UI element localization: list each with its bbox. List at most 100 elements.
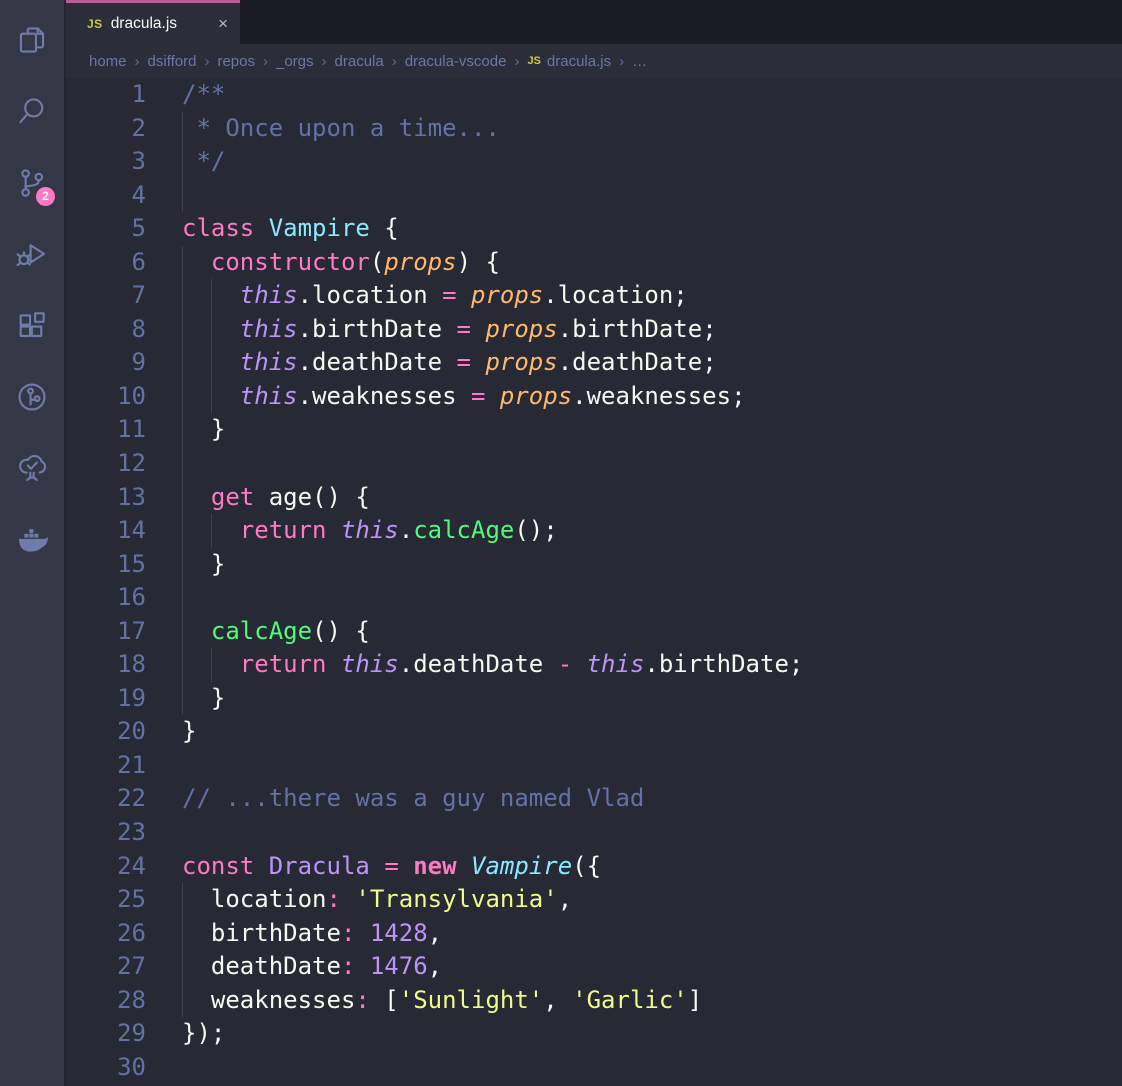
code-token: .birthDate; bbox=[644, 650, 803, 678]
breadcrumb-item[interactable]: dracula-vscode bbox=[405, 53, 507, 70]
activity-item-extensions[interactable] bbox=[0, 290, 64, 362]
code-line[interactable]: 10 this.weaknesses = props.weaknesses; bbox=[66, 380, 1122, 414]
line-number[interactable]: 17 bbox=[66, 615, 146, 649]
line-number[interactable]: 6 bbox=[66, 246, 146, 280]
code-token: props bbox=[500, 382, 572, 410]
breadcrumb-item[interactable]: dsifford bbox=[148, 53, 197, 70]
tab-dracula-js[interactable]: JS dracula.js × bbox=[66, 0, 240, 44]
line-number[interactable]: 12 bbox=[66, 447, 146, 481]
line-number[interactable]: 2 bbox=[66, 112, 146, 146]
code-line[interactable]: 21 bbox=[66, 749, 1122, 783]
code-line[interactable]: 27 deathDate: 1476, bbox=[66, 950, 1122, 984]
line-number[interactable]: 4 bbox=[66, 179, 146, 213]
code-line[interactable]: 24const Dracula = new Vampire({ bbox=[66, 850, 1122, 884]
line-number[interactable]: 26 bbox=[66, 917, 146, 951]
code-line[interactable]: 20} bbox=[66, 715, 1122, 749]
code-token: = bbox=[384, 852, 398, 880]
code-line[interactable]: 4 bbox=[66, 179, 1122, 213]
line-number[interactable]: 30 bbox=[66, 1051, 146, 1085]
code-line[interactable]: 5class Vampire { bbox=[66, 212, 1122, 246]
line-number[interactable]: 5 bbox=[66, 212, 146, 246]
line-number[interactable]: 9 bbox=[66, 346, 146, 380]
line-number[interactable]: 11 bbox=[66, 413, 146, 447]
line-number[interactable]: 28 bbox=[66, 984, 146, 1018]
code-line[interactable]: 2 * Once upon a time... bbox=[66, 112, 1122, 146]
code-line-content: location: 'Transylvania', bbox=[182, 883, 572, 917]
gitlens-icon bbox=[15, 380, 49, 414]
code-token: .deathDate bbox=[298, 348, 457, 376]
code-token bbox=[370, 852, 384, 880]
activity-item-search[interactable] bbox=[0, 76, 64, 148]
code-line[interactable]: 30 bbox=[66, 1051, 1122, 1085]
line-number[interactable]: 25 bbox=[66, 883, 146, 917]
code-line[interactable]: 16 bbox=[66, 581, 1122, 615]
code-line[interactable]: 11 } bbox=[66, 413, 1122, 447]
code-line[interactable]: 1/** bbox=[66, 78, 1122, 112]
breadcrumb-item[interactable]: JSdracula.js bbox=[527, 53, 611, 70]
code-line[interactable]: 22 // ...there was a guy named Vlad bbox=[66, 782, 1122, 816]
code-line[interactable]: 19 } bbox=[66, 682, 1122, 716]
code-token bbox=[182, 248, 211, 276]
code-token: // ...there was a guy named Vlad bbox=[182, 784, 644, 812]
code-line[interactable]: 7 this.location = props.location; bbox=[66, 279, 1122, 313]
breadcrumb-item[interactable]: home bbox=[89, 53, 127, 70]
code-line[interactable]: 9 this.deathDate = props.deathDate; bbox=[66, 346, 1122, 380]
line-number[interactable]: 27 bbox=[66, 950, 146, 984]
line-number[interactable]: 24 bbox=[66, 850, 146, 884]
line-number[interactable]: 10 bbox=[66, 380, 146, 414]
code-token: 1428 bbox=[370, 919, 428, 947]
activity-item-todo-tree[interactable] bbox=[0, 433, 64, 505]
breadcrumb-item[interactable]: … bbox=[632, 53, 647, 70]
line-number[interactable]: 16 bbox=[66, 581, 146, 615]
line-number[interactable]: 3 bbox=[66, 145, 146, 179]
line-number[interactable]: 15 bbox=[66, 548, 146, 582]
code-editor[interactable]: 1/**2 * Once upon a time...3 */45class V… bbox=[66, 78, 1122, 1086]
code-line[interactable]: 14 return this.calcAge(); bbox=[66, 514, 1122, 548]
code-line[interactable]: 12 bbox=[66, 447, 1122, 481]
code-line[interactable]: 23 bbox=[66, 816, 1122, 850]
indent-guide bbox=[211, 279, 212, 313]
code-token: .birthDate bbox=[298, 315, 457, 343]
line-number[interactable]: 22 bbox=[66, 782, 146, 816]
code-token: this bbox=[341, 516, 399, 544]
line-number[interactable]: 18 bbox=[66, 648, 146, 682]
activity-item-gitlens[interactable] bbox=[0, 362, 64, 434]
indent-guide bbox=[182, 615, 183, 649]
line-number[interactable]: 19 bbox=[66, 682, 146, 716]
code-line[interactable]: 25 location: 'Transylvania', bbox=[66, 883, 1122, 917]
line-number[interactable]: 7 bbox=[66, 279, 146, 313]
line-number[interactable]: 20 bbox=[66, 715, 146, 749]
code-token: Vampire bbox=[471, 852, 572, 880]
tab-close-icon[interactable]: × bbox=[218, 15, 228, 32]
code-line[interactable]: 29}); bbox=[66, 1017, 1122, 1051]
indent-guide bbox=[182, 380, 183, 414]
breadcrumb-item[interactable]: dracula bbox=[335, 53, 384, 70]
activity-item-run-and-debug[interactable] bbox=[0, 219, 64, 291]
breadcrumb-item[interactable]: _orgs bbox=[276, 53, 314, 70]
indent-guide bbox=[182, 481, 183, 515]
code-token: , bbox=[543, 986, 572, 1014]
code-line[interactable]: 8 this.birthDate = props.birthDate; bbox=[66, 313, 1122, 347]
code-line[interactable]: 28 weaknesses: ['Sunlight', 'Garlic'] bbox=[66, 984, 1122, 1018]
line-number[interactable]: 1 bbox=[66, 78, 146, 112]
indent-guide bbox=[211, 313, 212, 347]
line-number[interactable]: 23 bbox=[66, 816, 146, 850]
code-line[interactable]: 17 calcAge() { bbox=[66, 615, 1122, 649]
code-line[interactable]: 6 constructor(props) { bbox=[66, 246, 1122, 280]
line-number[interactable]: 14 bbox=[66, 514, 146, 548]
line-number[interactable]: 21 bbox=[66, 749, 146, 783]
code-line[interactable]: 15 } bbox=[66, 548, 1122, 582]
line-number[interactable]: 29 bbox=[66, 1017, 146, 1051]
breadcrumb-label: dsifford bbox=[148, 53, 197, 70]
tab-bar: JS dracula.js × bbox=[66, 0, 1122, 44]
line-number[interactable]: 8 bbox=[66, 313, 146, 347]
code-line[interactable]: 26 birthDate: 1428, bbox=[66, 917, 1122, 951]
activity-item-explorer[interactable] bbox=[0, 4, 64, 76]
code-line[interactable]: 13 get age() { bbox=[66, 481, 1122, 515]
activity-item-docker[interactable] bbox=[0, 505, 64, 577]
code-line[interactable]: 18 return this.deathDate - this.birthDat… bbox=[66, 648, 1122, 682]
line-number[interactable]: 13 bbox=[66, 481, 146, 515]
activity-item-source-control[interactable]: 2 bbox=[0, 147, 64, 219]
code-line[interactable]: 3 */ bbox=[66, 145, 1122, 179]
breadcrumb-item[interactable]: repos bbox=[217, 53, 255, 70]
